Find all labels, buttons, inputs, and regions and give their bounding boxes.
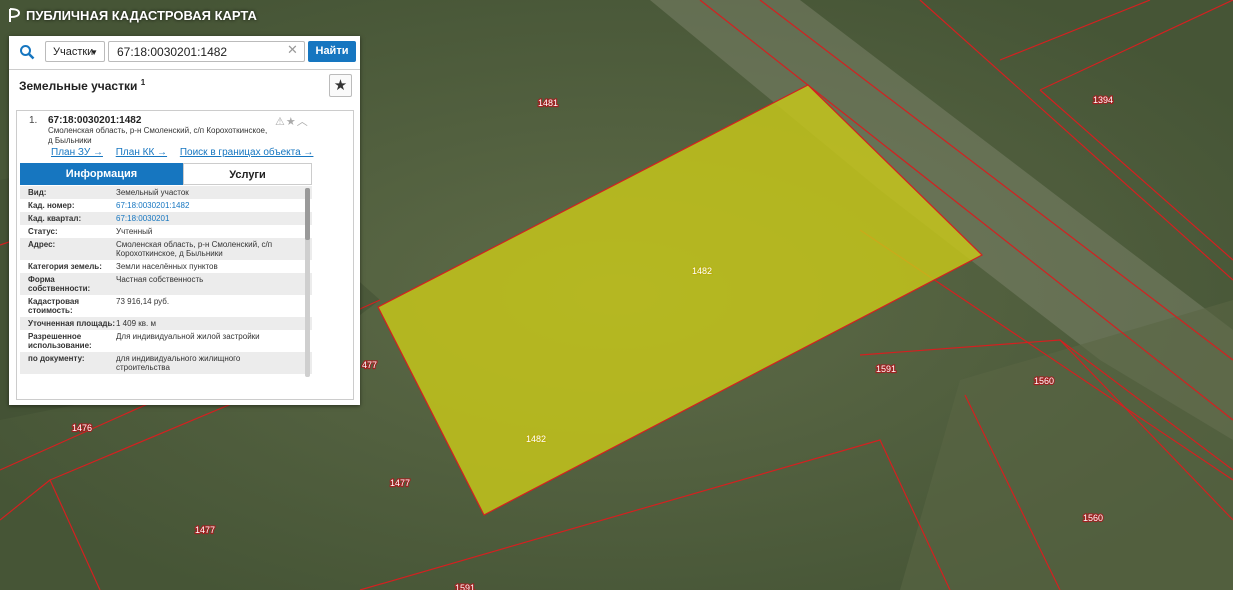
search-bar: Участки ▼ ✕ Найти: [9, 36, 360, 70]
info-key: Форма собственности:: [28, 275, 91, 293]
result-address: Смоленская область, р-н Смоленский, с/п …: [48, 126, 268, 145]
parcel-label: 1560: [1083, 513, 1103, 523]
parcel-label: 1477: [195, 525, 215, 535]
info-key: по документу:: [28, 354, 85, 363]
parcel-label: 1591: [455, 583, 475, 590]
info-row: Кад. квартал: 67:18:0030201: [20, 212, 312, 225]
chevron-up-icon[interactable]: ︿: [297, 116, 309, 128]
info-value: Учтенный: [116, 227, 153, 236]
info-value: 73 916,14 руб.: [116, 297, 170, 306]
info-value: 1 409 кв. м: [116, 319, 156, 328]
card-actions: ⚠★︿: [275, 113, 309, 129]
info-value: для индивидуального жилищного строительс…: [116, 354, 241, 372]
tab-services[interactable]: Услуги: [183, 163, 312, 185]
plan-zu-link[interactable]: План ЗУ →: [51, 147, 103, 158]
tab-info[interactable]: Информация: [20, 163, 183, 185]
logo-icon: [9, 8, 20, 22]
results-title: Земельные участки 1: [19, 78, 145, 93]
info-key: Вид:: [28, 188, 47, 197]
results-count: 1: [140, 78, 146, 87]
chevron-down-icon: ▼: [90, 48, 98, 57]
result-tabs: Информация Услуги: [20, 163, 312, 185]
info-row: Уточненная площадь: 1 409 кв. м: [20, 317, 312, 330]
info-row: Разрешенное использование: Для индивидуал…: [20, 330, 312, 352]
result-links: План ЗУ → План КК → Поиск в границах объ…: [51, 147, 323, 158]
result-cad-number[interactable]: 67:18:0030201:1482: [48, 115, 141, 126]
warning-icon[interactable]: ⚠: [275, 116, 286, 128]
info-table: Вид: Земельный участок Кад. номер: 67:18:0…: [20, 186, 312, 395]
clear-icon[interactable]: ✕: [287, 42, 298, 58]
info-value: Частная собственность: [116, 275, 204, 284]
info-key: Кад. номер:: [28, 201, 75, 210]
parcel-label: 1477: [390, 478, 410, 488]
info-row: Форма собственности: Частная собственност…: [20, 273, 312, 295]
info-key: Кад. квартал:: [28, 214, 82, 223]
info-key: Статус:: [28, 227, 58, 236]
app-header: ПУБЛИЧНАЯ КАДАСТРОВАЯ КАРТА: [8, 8, 257, 23]
results-header: Земельные участки 1 ★: [9, 69, 360, 103]
parcel-label-selected: 1482: [692, 266, 712, 276]
search-panel: Участки ▼ ✕ Найти Земельные участки 1 ★ …: [9, 36, 360, 405]
info-row: Кадастровая стоимость: 73 916,14 руб.: [20, 295, 312, 317]
info-value: Земельный участок: [116, 188, 189, 197]
search-type-label: Участки: [53, 46, 94, 58]
result-index: 1.: [29, 115, 38, 126]
search-input[interactable]: [108, 41, 305, 62]
search-type-select[interactable]: Участки ▼: [45, 41, 105, 62]
info-key: Адрес:: [28, 240, 56, 249]
info-value: Земли населённых пунктов: [116, 262, 218, 271]
info-row: Адрес: Смоленская область, р-н Смоленский…: [20, 238, 312, 260]
parcel-label: 1394: [1093, 95, 1113, 105]
app-title: ПУБЛИЧНАЯ КАДАСТРОВАЯ КАРТА: [26, 8, 257, 23]
info-row: Вид: Земельный участок: [20, 186, 312, 199]
favorite-button[interactable]: ★: [329, 74, 352, 97]
result-card[interactable]: 1. 67:18:0030201:1482 Смоленская область…: [16, 110, 354, 400]
star-icon[interactable]: ★: [286, 116, 297, 128]
parcel-label: 1591: [876, 364, 896, 374]
info-row: Статус: Учтенный: [20, 225, 312, 238]
info-value-link[interactable]: 67:18:0030201:1482: [116, 201, 296, 210]
parcel-label: 1560: [1034, 376, 1054, 386]
info-key: Кадастровая стоимость:: [28, 297, 80, 315]
info-value-link[interactable]: 67:18:0030201: [116, 214, 296, 223]
parcel-label: 1481: [538, 98, 558, 108]
info-row: Кад. номер: 67:18:0030201:1482: [20, 199, 312, 212]
search-in-bounds-link[interactable]: Поиск в границах объекта →: [180, 147, 314, 158]
info-row: по документу: для индивидуального жилищно…: [20, 352, 312, 374]
parcel-label: 1476: [72, 423, 92, 433]
results-title-text: Земельные участки: [19, 79, 138, 93]
info-scrollbar-thumb[interactable]: [305, 188, 310, 240]
parcel-label-selected: 1482: [526, 434, 546, 444]
parcel-label: 477: [362, 360, 377, 370]
info-value: Для индивидуальной жилой застройки: [116, 332, 260, 341]
find-button[interactable]: Найти: [308, 41, 356, 62]
plan-kk-link[interactable]: План КК →: [116, 147, 167, 158]
search-icon[interactable]: [19, 44, 35, 60]
info-key: Разрешенное использование:: [28, 332, 92, 350]
info-key: Категория земель:: [28, 262, 102, 271]
info-key: Уточненная площадь:: [28, 319, 116, 328]
info-row: Категория земель: Земли населённых пункто…: [20, 260, 312, 273]
info-value: Смоленская область, р-н Смоленский, с/п …: [116, 240, 273, 258]
